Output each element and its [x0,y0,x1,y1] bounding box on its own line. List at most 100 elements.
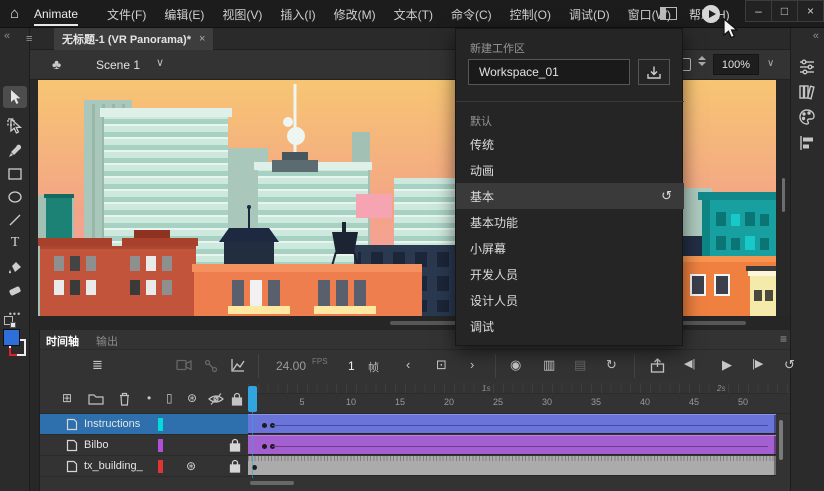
paint-bucket-tool[interactable] [3,256,27,278]
current-frame-value[interactable]: 1 [348,359,355,373]
step-back-icon[interactable]: ◀| [684,357,695,370]
default-colors-icon[interactable] [4,316,16,328]
center-frame-icon[interactable]: ⊡ [436,357,447,373]
oval-tool[interactable] [3,186,27,208]
new-layer-icon[interactable]: ⊞ [62,391,72,405]
export-frame-icon[interactable] [650,358,665,373]
workspace-item-developer[interactable]: 开发人员 [456,261,684,287]
brush-tool[interactable] [3,140,27,162]
outline-mode-icon[interactable]: ▯ [166,391,173,405]
rewind-icon[interactable]: ↺ [784,357,795,373]
selection-tool[interactable] [3,86,27,108]
menu-debug[interactable]: 调试(D) [560,6,619,23]
layer-color-chip[interactable] [158,439,163,452]
delete-layer-icon[interactable] [118,392,131,406]
stepper-up-icon[interactable] [698,56,706,60]
properties-icon[interactable] [798,58,818,78]
close-button[interactable]: × [797,0,824,22]
zoom-level-field[interactable]: 100% [713,54,759,75]
step-forward-icon[interactable]: |▶ [752,357,763,370]
menu-edit[interactable]: 编辑(E) [155,6,213,23]
subselection-tool[interactable] [3,115,27,137]
camera-icon[interactable] [176,359,192,371]
workspace-name-input[interactable] [468,59,630,85]
zoom-stepper[interactable] [698,56,706,66]
tab-output[interactable]: 输出 [96,333,118,349]
next-frame-icon[interactable]: › [470,357,474,372]
stepper-down-icon[interactable] [698,62,706,66]
timeline-vscroll-thumb[interactable] [779,420,783,460]
lock-icon[interactable] [229,459,241,473]
save-workspace-button[interactable] [638,59,670,85]
tabbar-menu-icon[interactable]: ≡ [26,33,32,45]
hide-all-layers-icon[interactable] [208,392,224,406]
frame-span-bilbo[interactable] [248,435,776,455]
app-name[interactable]: Animate [34,7,79,26]
home-icon[interactable]: ⌂ [10,5,19,22]
frame-span-tx-building[interactable] [248,456,776,476]
ruler-ticks[interactable] [248,384,788,394]
collapse-panel-icon[interactable]: « [4,30,10,42]
menu-modify[interactable]: 修改(M) [325,6,385,23]
maximize-button[interactable]: □ [771,0,798,22]
text-tool[interactable]: T [3,232,27,254]
keyframe-dot[interactable] [262,423,267,428]
menu-text[interactable]: 文本(T) [385,6,442,23]
scene-chevron-down-icon[interactable]: ∨ [156,56,164,69]
eraser-tool[interactable] [3,279,27,301]
workspace-item-animation[interactable]: 动画 [456,157,684,183]
menu-view[interactable]: 视图(V) [213,6,271,23]
scene-name[interactable]: Scene 1 [96,58,140,72]
workspace-item-small-screen[interactable]: 小屏幕 [456,235,684,261]
lock-all-layers-icon[interactable] [231,392,243,406]
keyframe-dot[interactable] [262,444,267,449]
minimize-button[interactable]: – [745,0,772,22]
zoom-chevron-down-icon[interactable]: ∨ [767,58,774,69]
close-tab-icon[interactable]: × [199,33,205,45]
layer-row-instructions[interactable]: Instructions [40,414,790,435]
menu-commands[interactable]: 命令(C) [442,6,501,23]
layer-row-tx-building[interactable]: tx_building_ ⊛ [40,456,790,477]
layer-row-bilbo[interactable]: Bilbo [40,435,790,456]
library-icon[interactable] [798,83,818,103]
workspace-item-classic[interactable]: 传统 [456,131,684,157]
workspace-switcher-icon[interactable] [660,7,677,20]
workspace-item-basic-functions[interactable]: 基本功能 [456,209,684,235]
menu-file[interactable]: 文件(F) [98,6,155,23]
document-tab[interactable]: 无标题-1 (VR Panorama)* × [54,28,214,50]
workspace-item-essentials[interactable]: 基本 ↺ [456,183,684,209]
color-palette-icon[interactable] [798,108,818,128]
previous-frame-icon[interactable]: ‹ [406,357,410,372]
frame-rate-value[interactable]: 24.00 [276,359,306,373]
graph-editor-icon[interactable] [230,358,246,373]
layer-color-chip[interactable] [158,460,163,473]
panel-menu-icon[interactable]: ≡ [780,332,787,346]
workspace-item-debug[interactable]: 调试 [456,313,684,339]
timeline-hscroll-thumb[interactable] [250,481,294,485]
expand-panel-icon[interactable]: « [813,30,819,42]
frame-span-instructions[interactable] [248,414,776,434]
layer-label[interactable]: tx_building_ ⊛ [40,456,248,477]
layers-stack-icon[interactable]: ≣ [92,357,103,373]
layer-label[interactable]: Instructions [40,414,248,435]
stage-vertical-scrollbar[interactable] [782,178,785,212]
layer-color-chip[interactable] [158,418,163,431]
menu-insert[interactable]: 插入(I) [271,6,324,23]
fill-color-swatch[interactable] [3,329,20,346]
camera-attached-icon[interactable]: ⊛ [186,459,196,473]
test-movie-button[interactable] [702,5,720,23]
tab-timeline[interactable]: 时间轴 [46,333,79,349]
rectangle-tool[interactable] [3,163,27,185]
playhead[interactable] [248,386,257,412]
highlight-layers-icon[interactable]: ⊛ [187,391,197,405]
workspace-item-designer[interactable]: 设计人员 [456,287,684,313]
layer-parenting-icon[interactable] [204,359,218,373]
menu-control[interactable]: 控制(O) [501,6,560,23]
layer-label[interactable]: Bilbo [40,435,248,456]
new-folder-icon[interactable] [88,392,104,405]
align-icon[interactable] [798,134,818,154]
onion-skin-icon[interactable]: ◉ [510,357,521,373]
loop-icon[interactable]: ↻ [606,357,617,373]
reset-workspace-icon[interactable]: ↺ [661,188,672,204]
line-tool[interactable] [3,209,27,231]
